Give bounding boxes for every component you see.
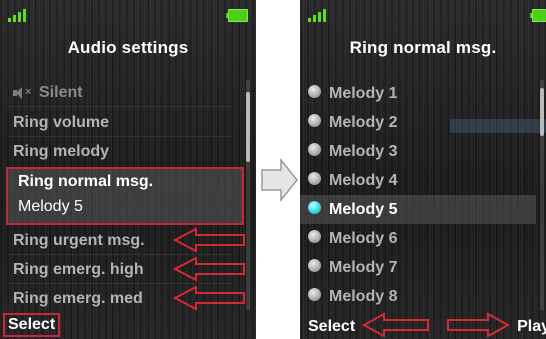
melody-option-label: Melody 7 (329, 259, 398, 276)
menu-item-label: Ring melody (13, 143, 110, 160)
menu-item-ring-emerg-med[interactable]: Ring emerg. med (0, 284, 244, 313)
radio-button-icon[interactable] (308, 114, 321, 128)
radio-button-icon[interactable] (308, 172, 321, 186)
menu-item-label: Silent (39, 84, 83, 101)
radio-button-checked-icon[interactable] (308, 201, 321, 215)
melody-option-selected[interactable]: Melody 5 (300, 195, 536, 224)
radio-button-icon[interactable] (308, 288, 321, 302)
melody-option[interactable]: Melody 4 (300, 166, 536, 195)
melody-option-label: Melody 2 (329, 114, 398, 131)
battery-icon (226, 9, 248, 22)
menu-item-label: Ring urgent msg. (13, 232, 145, 249)
melody-option[interactable]: Melody 8 (300, 282, 536, 311)
speaker-muted-icon: × (13, 86, 35, 99)
melody-option-label: Melody 3 (329, 143, 398, 160)
scrollbar-thumb[interactable] (540, 88, 544, 136)
play-softkey[interactable]: Play (517, 317, 546, 337)
menu-item-label: Ring normal msg. (18, 173, 154, 190)
melody-option-label: Melody 4 (329, 172, 398, 189)
radio-button-icon[interactable] (308, 259, 321, 273)
menu-item-silent[interactable]: × Silent (0, 78, 244, 107)
softkey-bar: Select Play (300, 314, 546, 339)
melody-option[interactable]: Melody 2 (300, 108, 536, 137)
melody-option-label: Melody 6 (329, 230, 398, 247)
ring-normal-msg-screen: Ring normal msg. Melody 1 Melody 2 Melod… (300, 0, 546, 339)
select-softkey[interactable]: Select (3, 313, 61, 337)
scrollbar-track[interactable] (246, 80, 250, 310)
melody-option[interactable]: Melody 1 (300, 79, 536, 108)
scrollbar-track[interactable] (540, 80, 544, 310)
melody-option-label: Melody 5 (329, 201, 398, 218)
melody-option[interactable]: Melody 6 (300, 224, 536, 253)
menu-item-value: Melody 5 (18, 198, 83, 215)
softkey-bar: Select (0, 313, 256, 339)
signal-strength-icon (8, 8, 30, 22)
battery-icon (530, 9, 546, 22)
menu-item-ring-melody[interactable]: Ring melody (0, 137, 244, 166)
next-screen-arrow-icon (261, 157, 298, 203)
radio-button-icon[interactable] (308, 143, 321, 157)
scrollbar-thumb[interactable] (246, 92, 250, 162)
menu-item-ring-emerg-high[interactable]: Ring emerg. high (0, 255, 244, 284)
screen-title: Ring normal msg. (349, 38, 497, 57)
menu-item-label: Ring emerg. high (13, 261, 144, 278)
menu-item-ring-normal-msg[interactable]: Ring normal msg. Melody 5 (6, 167, 244, 225)
radio-button-icon[interactable] (308, 85, 321, 99)
melody-option-label: Melody 8 (329, 288, 398, 305)
melody-option-label: Melody 1 (329, 85, 398, 102)
menu-item-ring-volume[interactable]: Ring volume (0, 108, 244, 137)
menu-item-ring-urgent-msg[interactable]: Ring urgent msg. (0, 226, 244, 255)
screen-title: Audio settings (67, 38, 189, 57)
melody-option[interactable]: Melody 3 (300, 137, 536, 166)
signal-strength-icon (308, 8, 330, 22)
menu-item-label: Ring volume (13, 114, 110, 131)
select-softkey[interactable]: Select (308, 317, 355, 337)
melody-option[interactable]: Melody 7 (300, 253, 536, 282)
menu-item-label: Ring emerg. med (13, 290, 143, 307)
audio-settings-screen: Audio settings × Silent Ring volume Ring … (0, 0, 256, 339)
radio-button-icon[interactable] (308, 230, 321, 244)
